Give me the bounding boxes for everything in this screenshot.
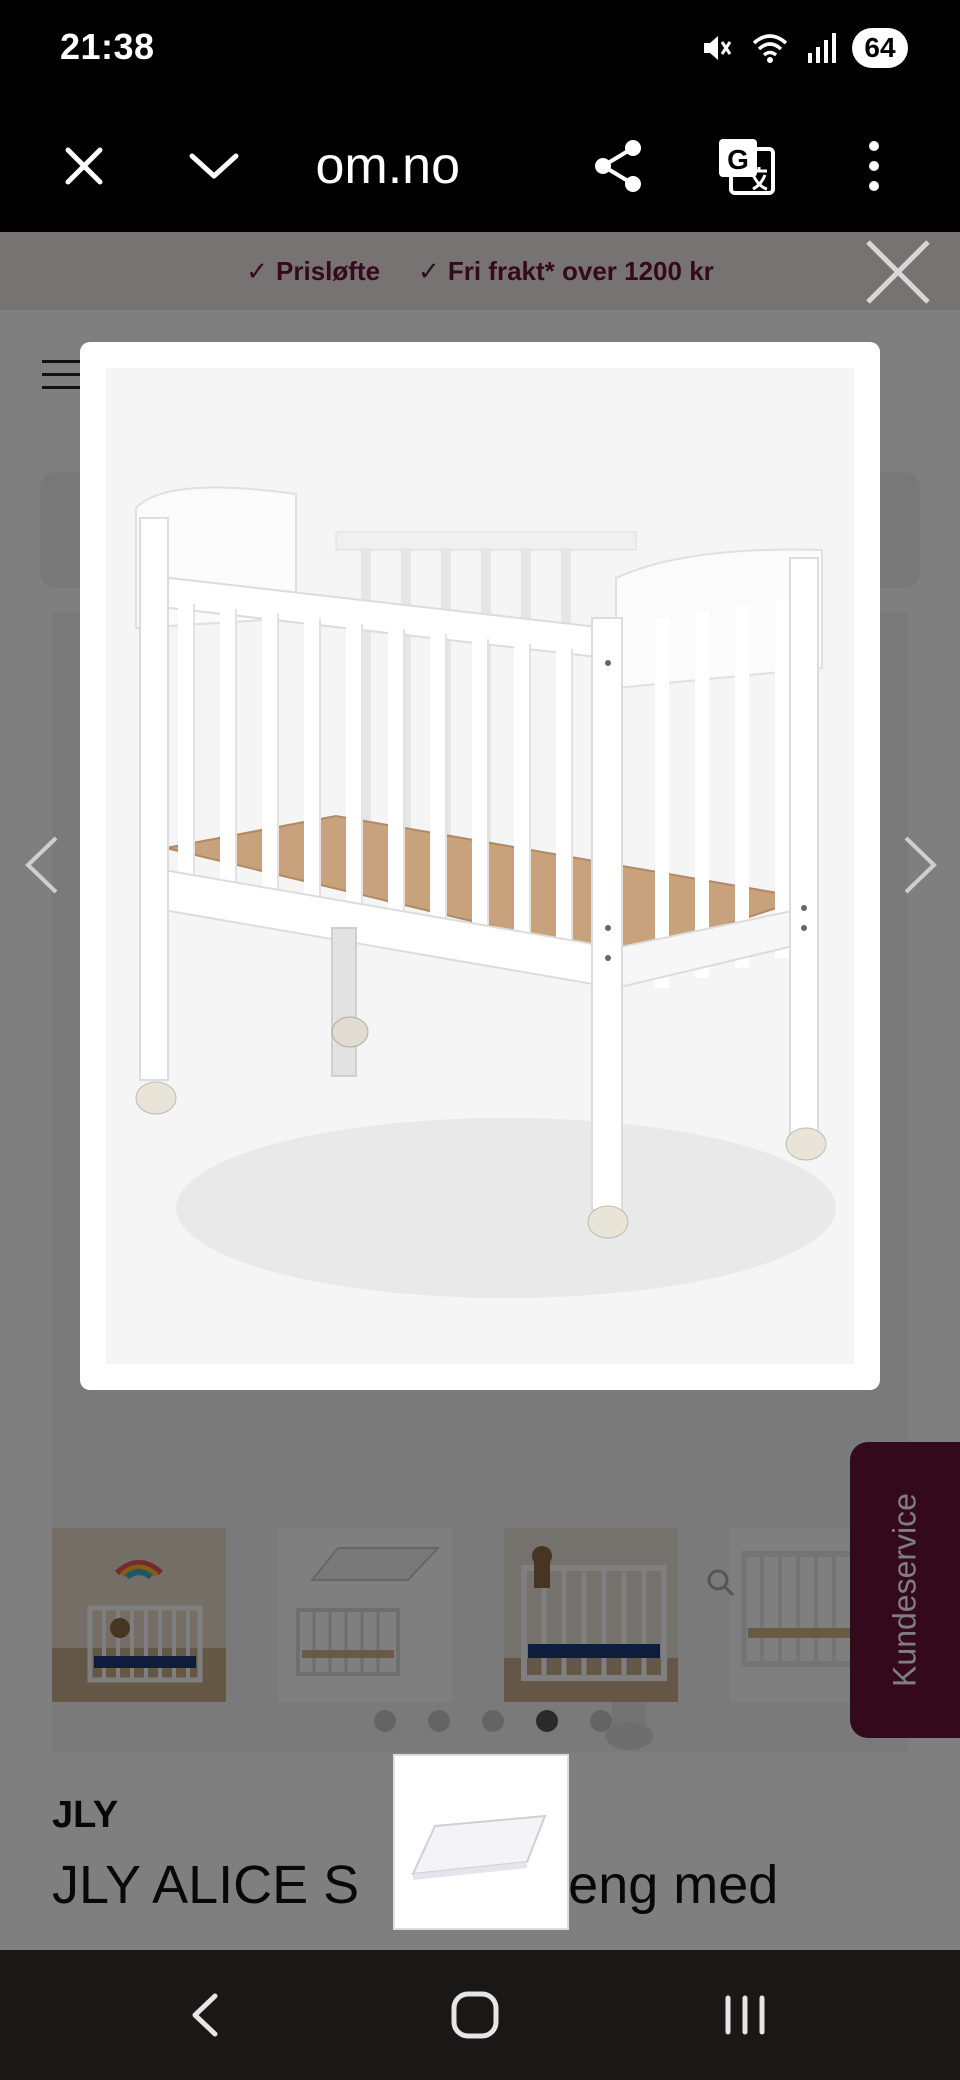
- chevron-down-icon: [189, 153, 239, 179]
- translate-icon: G: [719, 139, 775, 195]
- status-time: 21:38: [60, 26, 155, 67]
- lightbox-prev-button[interactable]: [16, 830, 66, 900]
- zoom-icon: [707, 1569, 735, 1597]
- signal-icon: [808, 33, 836, 63]
- back-icon: [192, 1993, 218, 2037]
- lightbox-image[interactable]: [106, 368, 854, 1364]
- system-nav-bar: [0, 1950, 960, 2080]
- status-icons: 64: [700, 26, 908, 70]
- wifi-icon: [752, 34, 788, 63]
- status-bar: 21:38 64: [0, 0, 960, 100]
- translate-button[interactable]: G: [708, 128, 784, 204]
- minimize-button[interactable]: [176, 128, 252, 204]
- svg-text:G: G: [727, 144, 749, 175]
- image-lightbox: [80, 342, 880, 1390]
- crib-product-image: [106, 368, 854, 1364]
- mute-icon: [704, 36, 732, 60]
- home-icon: [451, 1991, 499, 2039]
- share-icon: [595, 140, 641, 192]
- lightbox-close-button[interactable]: [858, 232, 938, 312]
- nav-back-button[interactable]: [150, 1978, 260, 2052]
- url-text: om.no: [315, 137, 460, 195]
- nav-recents-button[interactable]: [690, 1978, 800, 2052]
- lightbox-next-button[interactable]: [896, 830, 946, 900]
- battery-indicator: 64: [852, 28, 908, 68]
- close-icon: [65, 147, 103, 185]
- chevron-left-icon: [25, 836, 58, 894]
- nav-home-button[interactable]: [420, 1978, 530, 2052]
- share-button[interactable]: [580, 128, 656, 204]
- browser-toolbar: om.no G: [0, 100, 960, 232]
- floating-thumbnail-mattress[interactable]: [393, 1754, 569, 1930]
- more-vert-icon: [869, 141, 879, 191]
- recents-icon: [725, 1995, 765, 2035]
- chevron-right-icon: [904, 836, 937, 894]
- mattress-image: [395, 1756, 567, 1928]
- more-options-button[interactable]: [836, 128, 912, 204]
- close-icon: [866, 240, 930, 304]
- url-field[interactable]: om.no: [300, 136, 470, 196]
- close-tab-button[interactable]: [46, 128, 122, 204]
